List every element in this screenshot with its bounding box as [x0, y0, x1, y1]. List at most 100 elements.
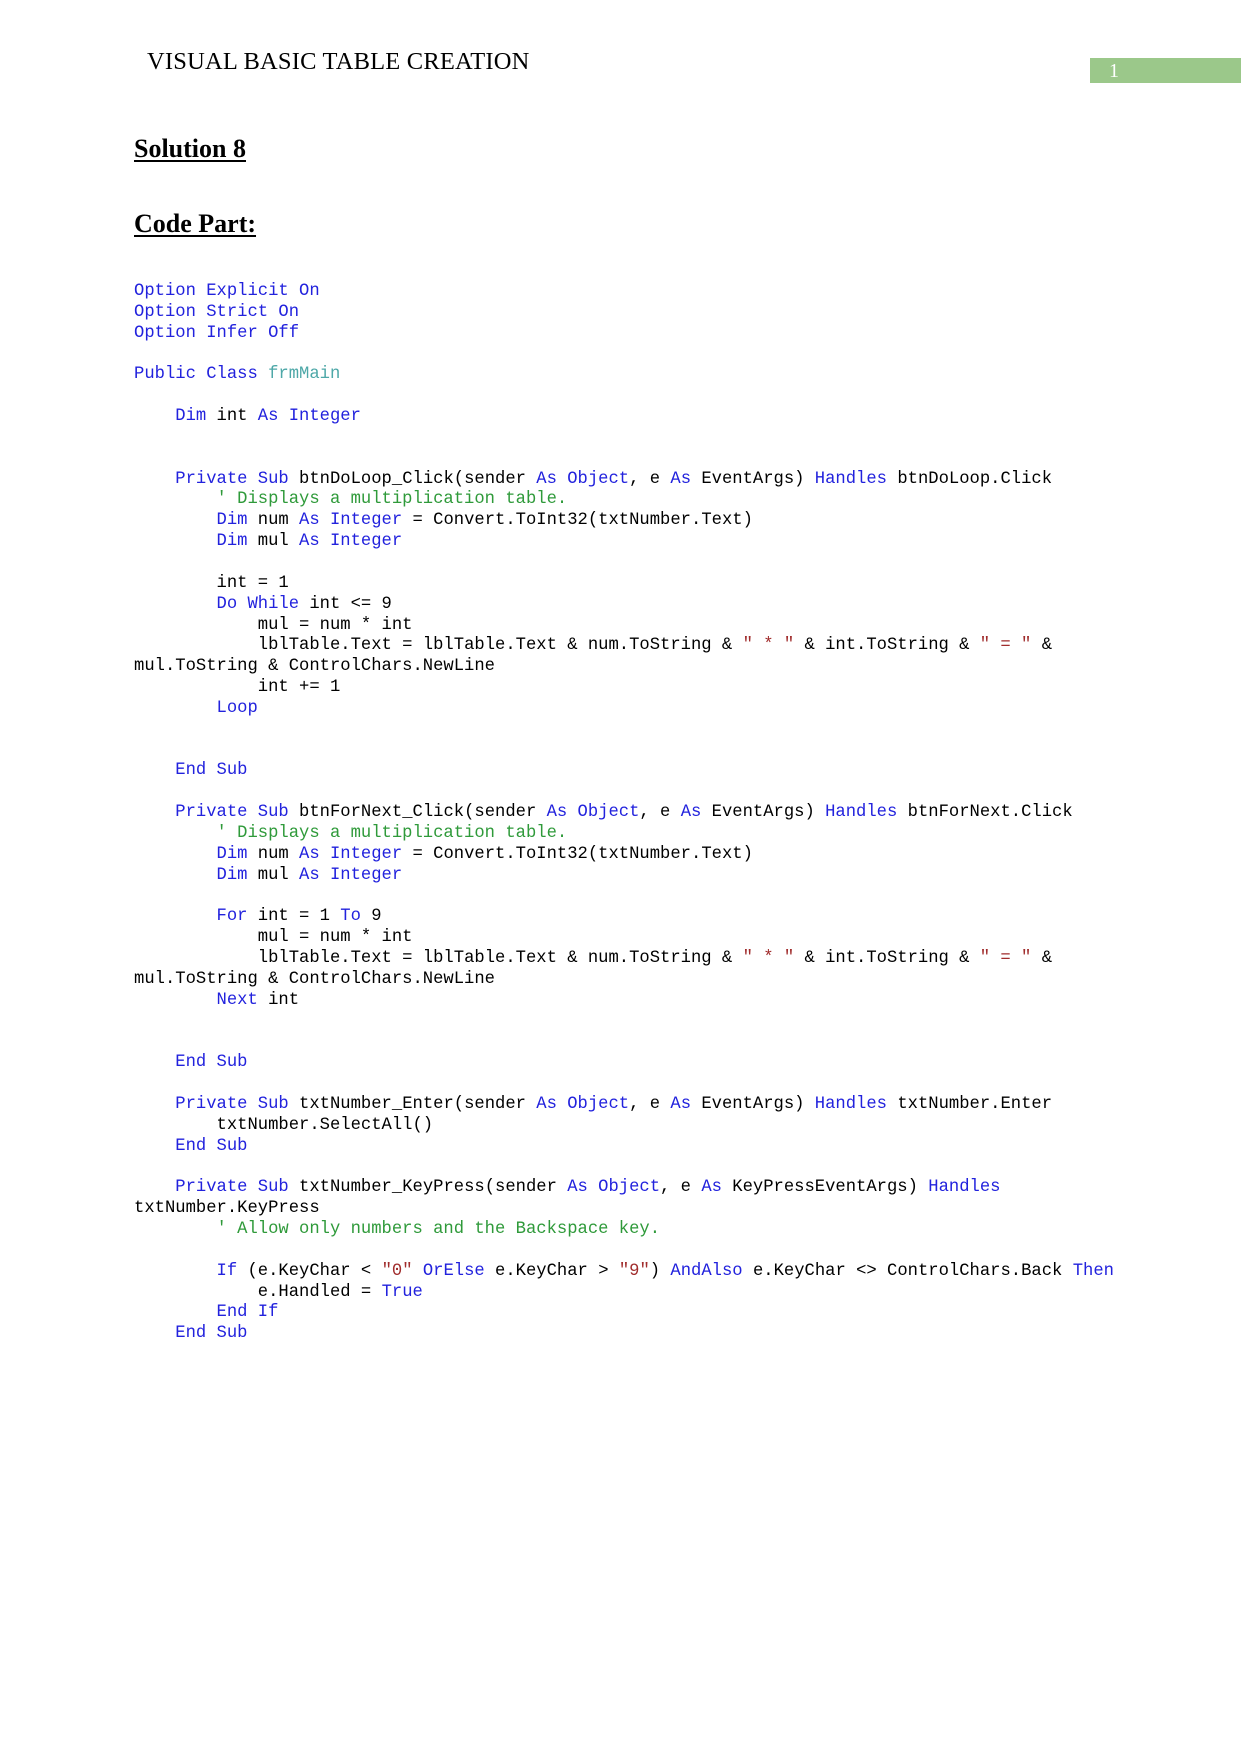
- code-line: ' Allow only numbers and the Backspace k…: [134, 1220, 1134, 1241]
- code-line: int += 1: [134, 678, 1134, 699]
- code-line: mul = num * int: [134, 928, 1134, 949]
- code-token: txtNumber.SelectAll(): [134, 1115, 434, 1135]
- code-line: e.Handled = True: [134, 1283, 1134, 1304]
- code-token: int = 1: [257, 907, 341, 927]
- document-header: VISUAL BASIC TABLE CREATION 1: [0, 48, 1241, 88]
- code-token: frmMain: [268, 365, 341, 385]
- code-token: , e: [629, 469, 671, 489]
- code-line: Dim num As Integer = Convert.ToInt32(txt…: [134, 845, 1134, 866]
- code-line: int = 1: [134, 574, 1134, 595]
- page-number-label: 1: [1109, 60, 1119, 82]
- code-token: As Object: [536, 469, 630, 489]
- code-token: Dim: [175, 407, 217, 427]
- code-token: As Object: [567, 1178, 661, 1198]
- code-token: End Sub: [175, 761, 248, 781]
- code-token: KeyPressEventArgs): [732, 1178, 929, 1198]
- code-line: txtNumber.SelectAll(): [134, 1116, 1134, 1137]
- page-number-badge: 1: [1090, 58, 1241, 83]
- code-token: To: [340, 907, 372, 927]
- code-token: Dim: [216, 865, 258, 885]
- code-token: e.KeyChar <> ControlChars.Back: [742, 1261, 1073, 1281]
- code-token: "0": [381, 1261, 413, 1281]
- code-token: mul: [257, 865, 300, 885]
- code-token: " = ": [979, 636, 1032, 656]
- header-title: VISUAL BASIC TABLE CREATION: [147, 48, 530, 75]
- code-token: , e: [639, 803, 681, 823]
- code-line: End If: [134, 1303, 1134, 1324]
- code-token: mul = num * int: [134, 928, 413, 948]
- code-token: int: [268, 990, 300, 1010]
- code-line: Option Strict On: [134, 303, 1134, 324]
- code-token: btnDoLoop.Click: [887, 469, 1053, 489]
- code-token: btnForNext.Click: [897, 803, 1073, 823]
- code-line: End Sub: [134, 1053, 1134, 1074]
- code-token: Loop: [216, 698, 258, 718]
- code-token: OrElse: [422, 1261, 485, 1281]
- code-line: Public Class frmMain: [134, 365, 1134, 386]
- code-line: For int = 1 To 9: [134, 907, 1134, 928]
- code-line: mul = num * int: [134, 616, 1134, 637]
- code-line: Dim mul As Integer: [134, 866, 1134, 887]
- code-token: txtNumber_Enter(sender: [299, 1094, 537, 1114]
- code-token: int = 1: [134, 573, 289, 593]
- code-token: End Sub: [175, 1324, 248, 1344]
- code-token: As Integer: [299, 532, 403, 552]
- code-line: End Sub: [134, 1137, 1134, 1158]
- code-token: txtNumber_KeyPress(sender: [299, 1178, 568, 1198]
- code-token: End Sub: [175, 1136, 248, 1156]
- code-token: Private Sub: [175, 1094, 300, 1114]
- document-page: VISUAL BASIC TABLE CREATION 1 Solution 8…: [0, 0, 1241, 1754]
- code-token: Public Class: [134, 365, 269, 385]
- code-block: Option Explicit On Option Strict On Option…: [134, 282, 1134, 1345]
- code-token: int: [216, 407, 258, 427]
- code-token: Dim: [216, 532, 258, 552]
- code-token: & int.ToString &: [794, 636, 980, 656]
- code-token: num: [257, 511, 300, 531]
- code-line: ' Displays a multiplication table.: [134, 490, 1134, 511]
- code-token: & int.ToString &: [794, 949, 980, 968]
- code-token: As: [670, 469, 702, 489]
- code-token: Option Infer Off: [134, 323, 300, 343]
- code-token: ): [649, 1261, 671, 1281]
- code-token: " * ": [742, 636, 795, 656]
- code-token: int += 1: [134, 678, 341, 698]
- code-token: , e: [629, 1094, 671, 1114]
- code-line: Private Sub btnForNext_Click(sender As O…: [134, 803, 1134, 824]
- code-token: ' Displays a multiplication table.: [216, 823, 568, 843]
- code-token: Private Sub: [175, 803, 300, 823]
- code-token: (e.KeyChar <: [247, 1261, 382, 1281]
- code-line: Private Sub txtNumber_KeyPress(sender As…: [134, 1178, 1134, 1220]
- code-line: Dim num As Integer = Convert.ToInt32(txt…: [134, 511, 1134, 532]
- code-token: As Integer: [299, 865, 403, 885]
- code-token: AndAlso: [670, 1261, 743, 1281]
- code-token: Next: [216, 990, 269, 1010]
- code-line: Option Explicit On: [134, 282, 1134, 303]
- code-token: e.KeyChar >: [484, 1261, 619, 1281]
- code-token: As Integer: [257, 407, 361, 427]
- code-token: End If: [216, 1303, 279, 1323]
- code-token: lblTable.Text = lblTable.Text & num.ToSt…: [134, 949, 743, 968]
- code-token: "9": [618, 1261, 650, 1281]
- code-token: As: [680, 803, 712, 823]
